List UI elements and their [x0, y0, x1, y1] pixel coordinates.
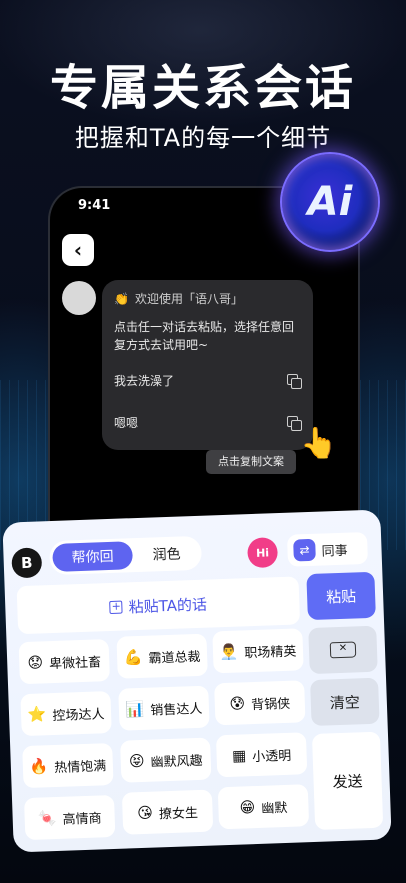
plus-icon: + — [109, 599, 123, 614]
style-chip[interactable]: 🍬 高情商 — [23, 794, 116, 841]
chip-label: 背锅侠 — [250, 696, 291, 713]
chip-icon: 😝 — [128, 751, 145, 771]
pointing-hand-icon: 👆 — [300, 426, 338, 461]
hi-button[interactable]: Hi — [247, 537, 279, 569]
greeting-text: 欢迎使用「语八哥」 — [134, 292, 243, 306]
clear-button[interactable]: 清空 — [310, 677, 380, 727]
copy-icon[interactable] — [287, 374, 302, 389]
chip-label: 销售达人 — [150, 701, 203, 719]
headline: 专属关系会话 — [49, 60, 356, 116]
colleague-button[interactable]: ⇄ 同事 — [286, 531, 369, 567]
copy-icon[interactable] — [287, 416, 302, 431]
paste-button[interactable]: 粘贴 — [306, 571, 376, 621]
style-chip[interactable]: 😁 幽默 — [217, 784, 310, 830]
chip-label: 撩女生 — [158, 805, 199, 822]
intro-text: 点击任一对话去粘贴，选择任意回复方式去试用吧~ — [114, 320, 295, 352]
chip-icon: 🔥 — [29, 757, 49, 776]
chevron-left-icon: ‹ — [73, 238, 83, 262]
style-chip[interactable]: 👨‍💼 职场精英 — [212, 628, 304, 674]
chip-icon: ▦ — [231, 746, 247, 765]
chip-icon: 😁 — [239, 798, 256, 817]
avatar — [62, 281, 96, 315]
chip-label: 幽默 — [261, 800, 288, 817]
chip-label: 控场达人 — [52, 706, 105, 724]
chip-icon: 📊 — [125, 699, 145, 719]
chip-icon: 😘 — [136, 803, 154, 823]
chip-icon: 😟 — [27, 653, 44, 672]
status-time: 9:41 — [78, 198, 111, 213]
style-chip[interactable]: ⭐ 控场达人 — [20, 691, 112, 737]
chip-label: 幽默风趣 — [150, 753, 203, 771]
clap-icon: 👏 — [114, 292, 129, 306]
style-chip[interactable]: 💪 霸道总裁 — [116, 633, 208, 679]
backspace-icon: ✕ — [329, 641, 357, 659]
style-chip[interactable]: 😘 撩女生 — [121, 789, 214, 835]
style-chip[interactable]: 📊 销售达人 — [118, 685, 210, 731]
reply-row[interactable]: 我去洗澡了 — [114, 372, 302, 390]
chip-icon: 💪 — [123, 647, 143, 667]
style-chip[interactable]: 😟 卑微社畜 — [18, 639, 110, 685]
chip-icon: 👨‍💼 — [219, 642, 239, 662]
send-button[interactable]: 发送 — [311, 731, 384, 830]
style-chip[interactable]: ▦ 小透明 — [215, 732, 308, 778]
chip-label: 小透明 — [252, 748, 292, 765]
app-logo: B — [11, 547, 43, 579]
keyboard-panel: B 帮你回 润色 Hi ⇄ 同事 + 粘贴TA的话 粘贴 😟 卑微社畜 💪 霸道总裁… — [2, 509, 392, 853]
style-chip[interactable]: 🔥 热情饱满 — [22, 743, 114, 789]
chip-label: 高情商 — [62, 810, 102, 828]
chip-label: 职场精英 — [244, 644, 297, 661]
tab-help-reply[interactable]: 帮你回 — [52, 541, 134, 572]
style-chip[interactable]: 😰 背锅侠 — [214, 680, 306, 726]
copy-tooltip: 点击复制文案 — [206, 450, 296, 474]
chip-icon: 🍬 — [37, 808, 57, 828]
chip-label: 热情饱满 — [54, 758, 107, 776]
reply-text: 我去洗澡了 — [114, 374, 175, 388]
mode-switch: 帮你回 润色 — [49, 535, 203, 576]
chat-bubble: 👏 欢迎使用「语八哥」 点击任一对话去粘贴，选择任意回复方式去试用吧~ 我去洗澡了… — [102, 280, 313, 450]
switch-icon: ⇄ — [293, 538, 316, 562]
back-button[interactable]: ‹ — [62, 234, 94, 266]
chip-label: 卑微社畜 — [48, 654, 102, 672]
tab-polish[interactable]: 润色 — [135, 539, 198, 569]
reply-text: 嗯嗯 — [114, 416, 139, 430]
style-chip[interactable]: 😝 幽默风趣 — [120, 737, 212, 783]
paste-input[interactable]: + 粘贴TA的话 — [16, 576, 301, 635]
chip-icon: ⭐ — [27, 705, 47, 724]
chip-icon: 😰 — [229, 694, 246, 713]
ai-badge: Ai — [280, 152, 380, 252]
subline: 把握和TA的每一个细节 — [74, 124, 332, 152]
chip-label: 霸道总裁 — [148, 649, 201, 667]
delete-button[interactable]: ✕ — [308, 625, 378, 675]
colleague-label: 同事 — [321, 543, 348, 560]
paste-placeholder: 粘贴TA的话 — [128, 595, 208, 616]
reply-row[interactable]: 嗯嗯 — [114, 414, 302, 432]
